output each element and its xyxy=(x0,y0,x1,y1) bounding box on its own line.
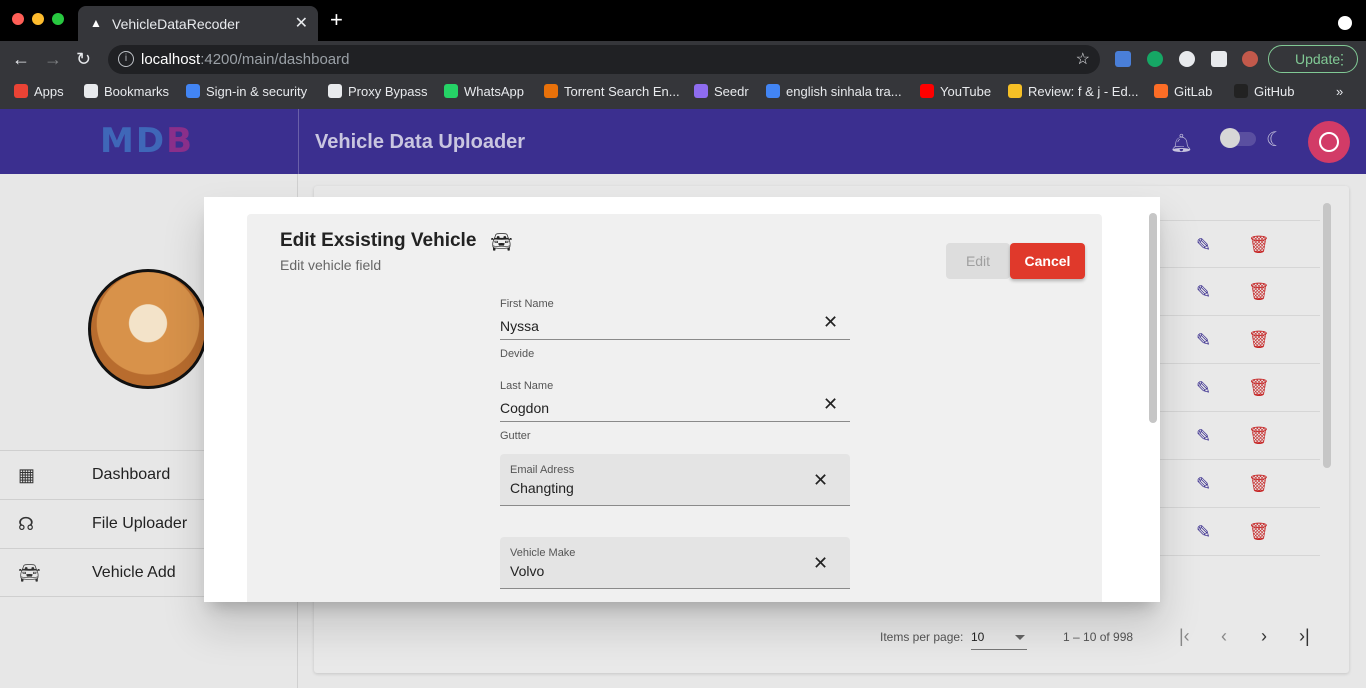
bookmark-item[interactable]: Apps xyxy=(14,84,64,99)
bookmark-label: GitLab xyxy=(1174,84,1213,99)
bookmark-favicon-icon xyxy=(328,84,342,98)
bookmark-item[interactable]: WhatsApp xyxy=(444,84,524,99)
browser-toolbar: ← → ↻ i localhost:4200/main/dashboard ☆ … xyxy=(0,41,1366,77)
bookmark-label: Apps xyxy=(34,84,64,99)
tab-title: VehicleDataRecoder xyxy=(112,16,240,32)
clear-icon[interactable]: ✕ xyxy=(823,394,838,415)
puzzle-extensions-icon[interactable] xyxy=(1211,51,1227,67)
bookmark-item[interactable]: Seedr xyxy=(694,84,749,99)
field-label: First Name xyxy=(500,298,554,310)
close-tab-icon[interactable]: ✕ xyxy=(295,13,308,33)
bookmark-label: WhatsApp xyxy=(464,84,524,99)
edit-vehicle-card: Edit Exsisting Vehicle 🚘︎ Edit vehicle f… xyxy=(247,214,1102,602)
vehicle-make-field[interactable]: Vehicle Make Volvo ✕ xyxy=(500,537,850,589)
angular-icon: ▲ xyxy=(90,16,102,30)
bookmark-favicon-icon xyxy=(1008,84,1022,98)
bookmark-item[interactable]: Sign-in & security xyxy=(186,84,307,99)
tab-search-icon[interactable] xyxy=(1338,16,1352,30)
bookmark-label: YouTube xyxy=(940,84,992,99)
bookmark-item[interactable]: Bookmarks xyxy=(84,84,169,99)
field-hint: Devide xyxy=(500,348,535,360)
maximize-window-button[interactable] xyxy=(52,13,64,25)
dialog-title: Edit Exsisting Vehicle xyxy=(280,230,477,251)
field-label: Email Adress xyxy=(510,464,575,476)
clear-icon[interactable]: ✕ xyxy=(813,470,828,491)
last-name-input[interactable]: Cogdon xyxy=(500,400,549,416)
bookmark-label: Sign-in & security xyxy=(206,84,308,99)
email-field[interactable]: Email Adress Changting ✕ xyxy=(500,454,850,506)
bookmark-item[interactable]: Review: f & j - Ed... xyxy=(1008,84,1139,99)
cancel-button[interactable]: Cancel xyxy=(1010,243,1085,279)
bookmark-favicon-icon xyxy=(14,84,28,98)
email-input[interactable]: Changting xyxy=(510,480,574,496)
address-bar[interactable]: i localhost:4200/main/dashboard ☆ xyxy=(108,45,1100,74)
field-label: Last Name xyxy=(500,380,554,392)
bookmark-item[interactable]: english sinhala tra... xyxy=(766,84,902,99)
bookmark-favicon-icon xyxy=(84,84,98,98)
site-info-icon[interactable]: i xyxy=(118,51,134,67)
back-icon[interactable]: ← xyxy=(12,49,30,70)
bookmark-label: Torrent Search En... xyxy=(564,84,680,99)
dialog-scrollbar[interactable] xyxy=(1149,213,1157,423)
browser-tab[interactable]: ▲ VehicleDataRecoder ✕ xyxy=(78,6,318,41)
bookmark-star-icon[interactable]: ☆ xyxy=(1076,49,1090,69)
bookmark-label: Seedr xyxy=(714,84,749,99)
bookmark-label: Bookmarks xyxy=(104,84,170,99)
update-button[interactable]: Update ⋮ xyxy=(1268,45,1358,73)
reload-icon[interactable]: ↻ xyxy=(76,49,91,70)
field-hint: Gutter xyxy=(500,430,531,442)
bookmark-label: Proxy Bypass xyxy=(348,84,428,99)
bookmark-label: Review: f & j - Ed... xyxy=(1028,84,1139,99)
close-window-button[interactable] xyxy=(12,13,24,25)
bookmark-favicon-icon xyxy=(1234,84,1248,98)
bookmark-item[interactable]: GitHub xyxy=(1234,84,1294,99)
bookmark-item[interactable]: Torrent Search En... xyxy=(544,84,680,99)
bookmark-favicon-icon xyxy=(444,84,458,98)
extension-icon[interactable] xyxy=(1179,51,1195,67)
edit-button[interactable]: Edit xyxy=(946,243,1010,279)
bookmark-favicon-icon xyxy=(766,84,780,98)
profile-avatar-icon[interactable] xyxy=(1242,51,1258,67)
minimize-window-button[interactable] xyxy=(32,13,44,25)
browser-tab-bar: ▲ VehicleDataRecoder ✕ + xyxy=(0,0,1366,41)
url-text: localhost:4200/main/dashboard xyxy=(141,51,350,68)
bookmark-item[interactable]: Proxy Bypass xyxy=(328,84,427,99)
bookmark-favicon-icon xyxy=(186,84,200,98)
bookmark-favicon-icon xyxy=(1154,84,1168,98)
car-icon: 🚘︎ xyxy=(490,232,513,252)
bookmark-item[interactable]: YouTube xyxy=(920,84,991,99)
vehicle-make-input[interactable]: Volvo xyxy=(510,563,544,579)
more-bookmarks-icon[interactable]: » xyxy=(1336,84,1343,99)
dialog-subtitle: Edit vehicle field xyxy=(280,257,382,273)
bookmarks-bar: Apps Bookmarks Sign-in & security Proxy Byp… xyxy=(0,77,1366,109)
translate-extension-icon[interactable] xyxy=(1115,51,1131,67)
field-label: Vehicle Make xyxy=(510,547,576,559)
first-name-field[interactable]: First Name Nyssa ✕ Devide xyxy=(500,296,850,360)
edit-vehicle-dialog: Edit Exsisting Vehicle 🚘︎ Edit vehicle f… xyxy=(204,197,1160,602)
first-name-input[interactable]: Nyssa xyxy=(500,318,539,334)
last-name-field[interactable]: Last Name Cogdon ✕ Gutter xyxy=(500,378,850,442)
bookmark-item[interactable]: GitLab xyxy=(1154,84,1212,99)
new-tab-button[interactable]: + xyxy=(330,9,343,31)
grammarly-extension-icon[interactable] xyxy=(1147,51,1163,67)
clear-icon[interactable]: ✕ xyxy=(813,553,828,574)
bookmark-favicon-icon xyxy=(920,84,934,98)
forward-icon[interactable]: → xyxy=(44,49,62,70)
bookmark-label: GitHub xyxy=(1254,84,1295,99)
bookmark-favicon-icon xyxy=(544,84,558,98)
bookmark-favicon-icon xyxy=(694,84,708,98)
clear-icon[interactable]: ✕ xyxy=(823,312,838,333)
bookmark-label: english sinhala tra... xyxy=(786,84,902,99)
